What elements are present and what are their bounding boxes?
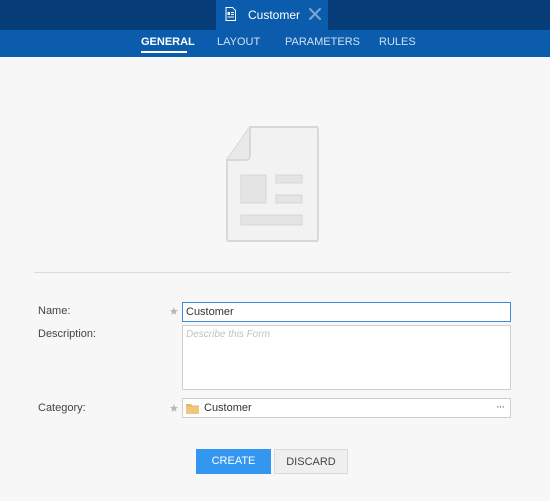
tab-general[interactable]: GENERAL xyxy=(141,36,195,48)
close-icon[interactable] xyxy=(308,7,322,21)
active-tab-indicator xyxy=(141,51,187,53)
category-picker[interactable]: Customer ··· xyxy=(182,398,511,418)
required-star-icon: ★ xyxy=(169,403,179,415)
category-label: Category: xyxy=(38,402,86,414)
document-tab-customer[interactable]: Customer xyxy=(216,0,328,30)
tab-layout[interactable]: LAYOUT xyxy=(217,36,260,48)
required-star-icon: ★ xyxy=(169,306,179,318)
section-divider xyxy=(34,272,511,273)
description-textarea[interactable] xyxy=(182,325,511,390)
tab-rules[interactable]: RULES xyxy=(379,36,416,48)
create-button[interactable]: CREATE xyxy=(196,449,271,474)
description-label: Description: xyxy=(38,328,97,340)
form-placeholder-icon xyxy=(226,126,319,242)
document-tab-title: Customer xyxy=(248,8,301,22)
form-document-icon xyxy=(225,7,236,21)
tab-parameters[interactable]: PARAMETERS xyxy=(285,36,360,48)
more-dots-icon[interactable]: ··· xyxy=(496,401,505,413)
name-input[interactable] xyxy=(182,302,511,322)
name-label: Name: xyxy=(38,305,71,317)
folder-icon xyxy=(186,404,199,414)
form-nav-bar: GENERAL LAYOUT PARAMETERS RULES xyxy=(0,30,550,57)
discard-button[interactable]: DISCARD xyxy=(274,449,348,474)
category-value: Customer xyxy=(204,402,252,414)
